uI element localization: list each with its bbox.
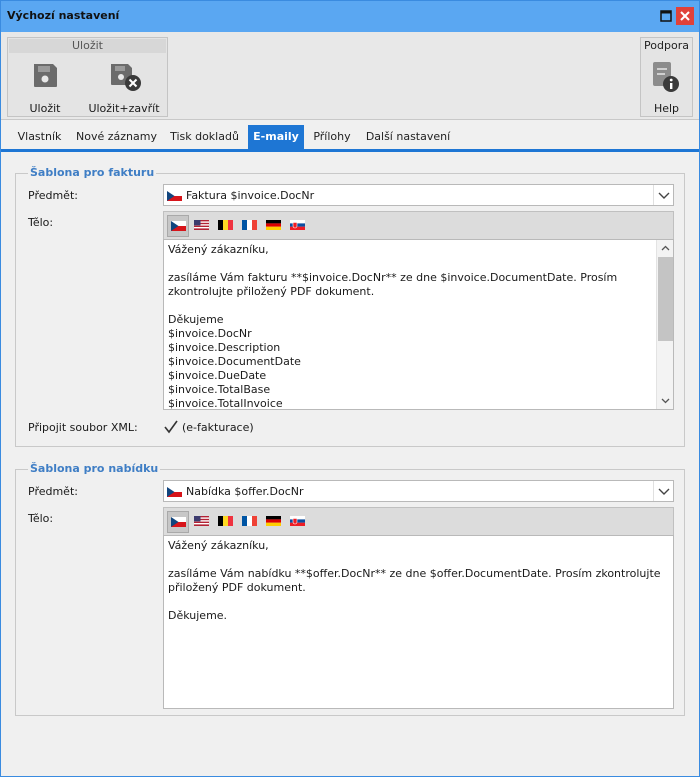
invoice-subject-label: Předmět: (28, 189, 78, 202)
germany-flag-icon (266, 516, 281, 526)
czech-flag-icon (171, 221, 186, 231)
invoice-template-group: Šablona pro fakturu Předmět: Faktura $in… (15, 166, 685, 447)
checkmark-icon (164, 420, 178, 434)
usa-flag-icon (194, 220, 209, 230)
language-button-fr[interactable] (239, 511, 261, 533)
language-button-sk[interactable] (287, 215, 309, 237)
slovakia-flag-icon (290, 516, 305, 526)
ribbon-toolbar: Uložit Uložit Uložit+zavřít Podpora Help (1, 32, 699, 120)
scroll-thumb[interactable] (658, 257, 673, 341)
xml-attach-checkbox[interactable]: (e-fakturace) (163, 418, 293, 436)
ribbon-group-support-title: Podpora (642, 39, 691, 53)
offer-body-line: Děkujeme. (168, 609, 228, 622)
language-button-cs[interactable] (167, 215, 189, 237)
offer-template-title: Šablona pro nabídku (28, 462, 161, 475)
offer-subject-dropdown[interactable] (653, 481, 673, 501)
email-settings-panel: Šablona pro fakturu Předmět: Faktura $in… (1, 152, 699, 776)
maximize-button[interactable] (657, 7, 675, 25)
language-button-en-us[interactable] (191, 511, 213, 533)
offer-template-group: Šablona pro nabídku Předmět: Nabídka $of… (15, 462, 685, 716)
help-button[interactable]: Help (643, 60, 690, 118)
maximize-icon (660, 10, 672, 22)
language-button-cs[interactable] (167, 511, 189, 533)
invoice-body-line: $invoice.Description (168, 341, 281, 354)
offer-subject-combo[interactable]: Nabídka $offer.DocNr (163, 480, 674, 502)
ribbon-group-support: Podpora Help (640, 37, 693, 117)
help-document-icon (653, 62, 679, 92)
usa-flag-icon (194, 516, 209, 526)
language-button-be[interactable] (215, 511, 237, 533)
france-flag-icon (242, 220, 257, 230)
title-bar: Výchozí nastavení (1, 1, 699, 32)
invoice-body-line: $invoice.TotalBase (168, 383, 271, 396)
save-button-label: Uložit (29, 102, 61, 115)
france-flag-icon (242, 516, 257, 526)
tab-prilohy[interactable]: Přílohy (308, 125, 356, 149)
language-button-en-us[interactable] (191, 215, 213, 237)
invoice-body-scrollbar[interactable] (656, 240, 673, 409)
help-button-label: Help (653, 102, 680, 115)
chevron-down-icon (658, 192, 670, 199)
offer-subject-value: Nabídka $offer.DocNr (186, 485, 304, 498)
settings-window: Výchozí nastavení Uložit Uložit Uložit+z… (0, 0, 700, 777)
window-title: Výchozí nastavení (7, 9, 120, 22)
scroll-up-arrow-icon[interactable] (657, 240, 674, 257)
invoice-subject-value: Faktura $invoice.DocNr (186, 189, 315, 202)
close-button[interactable] (676, 7, 694, 25)
offer-subject-label: Předmět: (28, 485, 78, 498)
tab-tisk-dokladu[interactable]: Tisk dokladů (164, 125, 245, 149)
save-close-button-label: Uložit+zavřít (88, 102, 160, 115)
chevron-down-icon (658, 488, 670, 495)
ribbon-group-save-title: Uložit (9, 39, 166, 53)
invoice-template-title: Šablona pro fakturu (28, 166, 157, 179)
floppy-disk-icon (34, 64, 57, 87)
offer-language-bar (163, 507, 674, 535)
invoice-body-line: $invoice.TotalInvoice (168, 397, 283, 410)
xml-attach-checkbox-label: (e-fakturace) (182, 421, 254, 434)
save-button[interactable]: Uložit (17, 60, 73, 118)
invoice-body-line: $invoice.DocNr (168, 327, 252, 340)
slovakia-flag-icon (290, 220, 305, 230)
czech-flag-icon (171, 517, 186, 527)
close-icon (680, 11, 690, 21)
tab-vlastnik[interactable]: Vlastník (10, 125, 69, 149)
language-button-de[interactable] (263, 215, 285, 237)
invoice-language-bar (163, 211, 674, 239)
scroll-down-arrow-icon[interactable] (657, 392, 674, 409)
invoice-body-line: Děkujeme (168, 313, 224, 326)
ribbon-group-save: Uložit Uložit Uložit+zavřít (7, 37, 168, 117)
tab-nove-zaznamy[interactable]: Nové záznamy (73, 125, 160, 149)
invoice-subject-dropdown[interactable] (653, 185, 673, 205)
save-close-icon (111, 64, 141, 91)
offer-body-label: Tělo: (28, 512, 54, 525)
invoice-body-line: $invoice.DocumentDate (168, 355, 301, 368)
invoice-body-editor[interactable]: Vážený zákazníku, zasíláme Vám fakturu *… (163, 239, 674, 410)
offer-body-editor[interactable]: Vážený zákazníku, zasíláme Vám nabídku *… (163, 535, 674, 709)
language-button-sk[interactable] (287, 511, 309, 533)
invoice-body-line: $invoice.DueDate (168, 369, 267, 382)
czech-flag-icon (167, 487, 182, 497)
belgium-flag-icon (218, 516, 233, 526)
invoice-body-line: zasíláme Vám fakturu **$invoice.DocNr** … (168, 271, 618, 284)
belgium-flag-icon (218, 220, 233, 230)
offer-body-line: přiložený PDF dokument. (168, 581, 306, 594)
germany-flag-icon (266, 220, 281, 230)
invoice-subject-combo[interactable]: Faktura $invoice.DocNr (163, 184, 674, 206)
tab-dalsi-nastaveni[interactable]: Další nastavení (362, 125, 454, 149)
tab-strip: Vlastník Nové záznamy Tisk dokladů E-mai… (1, 121, 699, 152)
czech-flag-icon (167, 191, 182, 201)
invoice-body-label: Tělo: (28, 216, 54, 229)
offer-body-line: Vážený zákazníku, (168, 539, 269, 552)
xml-attach-label: Připojit soubor XML: (28, 421, 138, 434)
invoice-body-line: zkontrolujte přiložený PDF dokument. (168, 285, 375, 298)
tab-e-maily[interactable]: E-maily (248, 125, 304, 149)
language-button-be[interactable] (215, 215, 237, 237)
invoice-body-line: Vážený zákazníku, (168, 243, 269, 256)
offer-body-line: zasíláme Vám nabídku **$offer.DocNr** ze… (168, 567, 661, 580)
save-close-button[interactable]: Uložit+zavřít (88, 60, 160, 118)
language-button-fr[interactable] (239, 215, 261, 237)
language-button-de[interactable] (263, 511, 285, 533)
